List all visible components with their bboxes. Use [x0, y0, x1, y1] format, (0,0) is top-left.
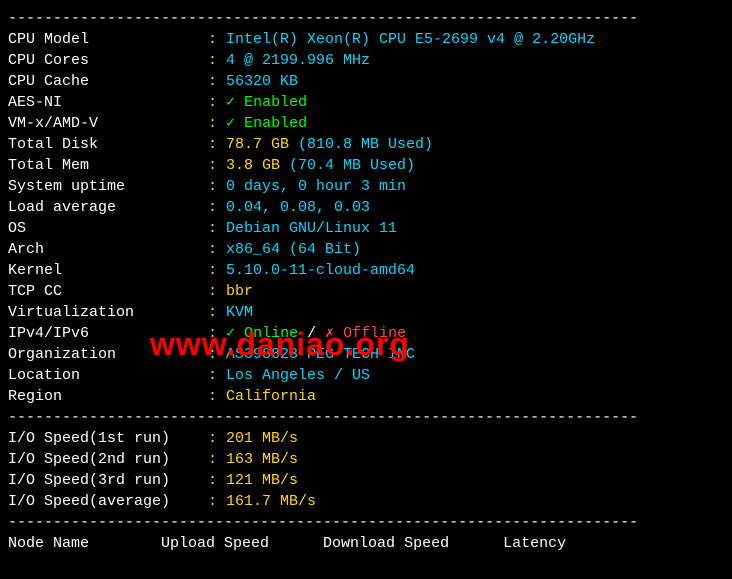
colon: :: [208, 218, 226, 239]
row-cpu-cache: CPU Cache : 56320 KB: [8, 71, 724, 92]
value: 161.7 MB/s: [226, 491, 316, 512]
row-loc: Location : Los Angeles / US: [8, 365, 724, 386]
value: 5.10.0-11-cloud-amd64: [226, 260, 415, 281]
label: TCP CC: [8, 281, 208, 302]
colon: :: [208, 155, 226, 176]
label: CPU Cache: [8, 71, 208, 92]
label: Region: [8, 386, 208, 407]
value: 78.7 GB: [226, 134, 298, 155]
label: Location: [8, 365, 208, 386]
row-mem: Total Mem : 3.8 GB (70.4 MB Used): [8, 155, 724, 176]
value: 4 @ 2199.996 MHz: [226, 50, 370, 71]
label: VM-x/AMD-V: [8, 113, 208, 134]
divider-mid: ----------------------------------------…: [8, 407, 724, 428]
row-io3: I/O Speed(3rd run) : 121 MB/s: [8, 470, 724, 491]
row-arch: Arch : x86_64 (64 Bit): [8, 239, 724, 260]
colon: :: [208, 428, 226, 449]
watermark: www.daniao.org: [150, 322, 410, 367]
label: System uptime: [8, 176, 208, 197]
colon: :: [208, 29, 226, 50]
row-uptime: System uptime : 0 days, 0 hour 3 min: [8, 176, 724, 197]
speed-test-headers: Node Name Upload Speed Download Speed La…: [8, 533, 724, 554]
colon: :: [208, 491, 226, 512]
label: I/O Speed(2nd run): [8, 449, 208, 470]
colon: :: [208, 134, 226, 155]
value: Intel(R) Xeon(R) CPU E5-2699 v4 @ 2.20GH…: [226, 29, 595, 50]
label: OS: [8, 218, 208, 239]
row-io1: I/O Speed(1st run) : 201 MB/s: [8, 428, 724, 449]
colon: :: [208, 239, 226, 260]
label: I/O Speed(average): [8, 491, 208, 512]
divider-io: ----------------------------------------…: [8, 512, 724, 533]
label: AES-NI: [8, 92, 208, 113]
label: Load average: [8, 197, 208, 218]
colon: :: [208, 386, 226, 407]
label: CPU Model: [8, 29, 208, 50]
label: I/O Speed(3rd run): [8, 470, 208, 491]
value: Enabled: [244, 113, 307, 134]
label: Virtualization: [8, 302, 208, 323]
value: 56320 KB: [226, 71, 298, 92]
row-tcpcc: TCP CC : bbr: [8, 281, 724, 302]
value: 121 MB/s: [226, 470, 298, 491]
check-icon: ✓: [226, 92, 244, 113]
row-cpu-model: CPU Model : Intel(R) Xeon(R) CPU E5-2699…: [8, 29, 724, 50]
colon: :: [208, 113, 226, 134]
check-icon: ✓: [226, 113, 244, 134]
colon: :: [208, 197, 226, 218]
label: Arch: [8, 239, 208, 260]
label: Total Disk: [8, 134, 208, 155]
value: Debian GNU/Linux 11: [226, 218, 397, 239]
value: California: [226, 386, 316, 407]
colon: :: [208, 71, 226, 92]
label: CPU Cores: [8, 50, 208, 71]
value: Los Angeles / US: [226, 365, 370, 386]
colon: :: [208, 449, 226, 470]
colon: :: [208, 365, 226, 386]
row-virt: Virtualization : KVM: [8, 302, 724, 323]
value: 0.04, 0.08, 0.03: [226, 197, 370, 218]
row-disk: Total Disk : 78.7 GB (810.8 MB Used): [8, 134, 724, 155]
label: Total Mem: [8, 155, 208, 176]
row-load: Load average : 0.04, 0.08, 0.03: [8, 197, 724, 218]
value: x86_64 (64 Bit): [226, 239, 361, 260]
colon: :: [208, 281, 226, 302]
value: 3.8 GB: [226, 155, 289, 176]
divider-top: ----------------------------------------…: [8, 8, 724, 29]
value-used: (810.8 MB Used): [298, 134, 433, 155]
colon: :: [208, 470, 226, 491]
colon: :: [208, 176, 226, 197]
label: Kernel: [8, 260, 208, 281]
row-region: Region : California: [8, 386, 724, 407]
row-io2: I/O Speed(2nd run) : 163 MB/s: [8, 449, 724, 470]
value: bbr: [226, 281, 253, 302]
row-os: OS : Debian GNU/Linux 11: [8, 218, 724, 239]
value: KVM: [226, 302, 253, 323]
value: 201 MB/s: [226, 428, 298, 449]
colon: :: [208, 260, 226, 281]
colon: :: [208, 302, 226, 323]
label: I/O Speed(1st run): [8, 428, 208, 449]
value: 163 MB/s: [226, 449, 298, 470]
colon: :: [208, 50, 226, 71]
row-cpu-cores: CPU Cores : 4 @ 2199.996 MHz: [8, 50, 724, 71]
row-vmx: VM-x/AMD-V : ✓ Enabled: [8, 113, 724, 134]
row-kernel: Kernel : 5.10.0-11-cloud-amd64: [8, 260, 724, 281]
value: Enabled: [244, 92, 307, 113]
value: 0 days, 0 hour 3 min: [226, 176, 406, 197]
row-ioavg: I/O Speed(average) : 161.7 MB/s: [8, 491, 724, 512]
value-used: (70.4 MB Used): [289, 155, 415, 176]
row-aes: AES-NI : ✓ Enabled: [8, 92, 724, 113]
colon: :: [208, 92, 226, 113]
